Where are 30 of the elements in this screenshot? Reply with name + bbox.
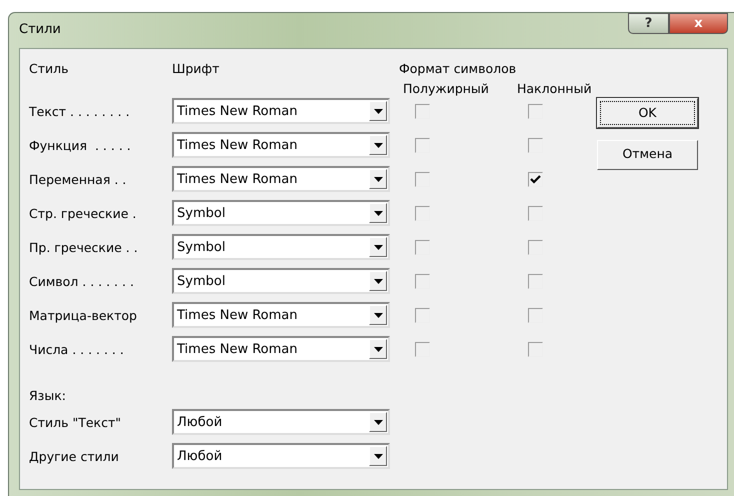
font-dropdown[interactable]: Times New Roman bbox=[172, 336, 390, 362]
style-label: Текст . . . . . . . . bbox=[29, 104, 131, 118]
help-button[interactable]: ? bbox=[628, 13, 669, 34]
style-label: Стр. греческие . bbox=[29, 206, 138, 220]
font-dropdown[interactable]: Times New Roman bbox=[172, 302, 390, 328]
dialog-button[interactable]: Отмена bbox=[597, 140, 698, 170]
dialog-button[interactable]: OK bbox=[597, 98, 698, 128]
column-header: Наклонный bbox=[516, 81, 593, 96]
font-dropdown[interactable]: Times New Roman bbox=[172, 98, 390, 124]
column-header: Стиль bbox=[29, 61, 70, 77]
language-style-label: Стиль "Текст" bbox=[29, 414, 122, 430]
group-header: Формат символов bbox=[398, 61, 518, 77]
font-dropdown[interactable]: Symbol bbox=[172, 268, 390, 294]
style-label: Числа . . . . . . . bbox=[29, 342, 125, 356]
language-dropdown[interactable]: Любой bbox=[172, 409, 390, 435]
style-label: Матрица-вектор bbox=[29, 308, 138, 322]
column-header: Полужирный bbox=[402, 81, 490, 96]
style-label: Символ . . . . . . . bbox=[29, 274, 135, 288]
font-dropdown[interactable]: Symbol bbox=[172, 234, 390, 260]
style-label: Функция . . . . . bbox=[29, 138, 132, 152]
window-title: Стили bbox=[19, 22, 61, 37]
language-label: Язык: bbox=[29, 388, 67, 403]
font-dropdown[interactable]: Symbol bbox=[172, 200, 390, 226]
language-style-label: Другие стили bbox=[29, 448, 120, 464]
style-label: Переменная . . bbox=[29, 172, 128, 186]
font-dropdown[interactable]: Times New Roman bbox=[172, 166, 390, 192]
language-dropdown[interactable]: Любой bbox=[172, 443, 390, 469]
column-header: Шрифт bbox=[172, 61, 220, 77]
style-label: Пр. греческие . . bbox=[29, 240, 139, 254]
font-dropdown[interactable]: Times New Roman bbox=[172, 132, 390, 158]
